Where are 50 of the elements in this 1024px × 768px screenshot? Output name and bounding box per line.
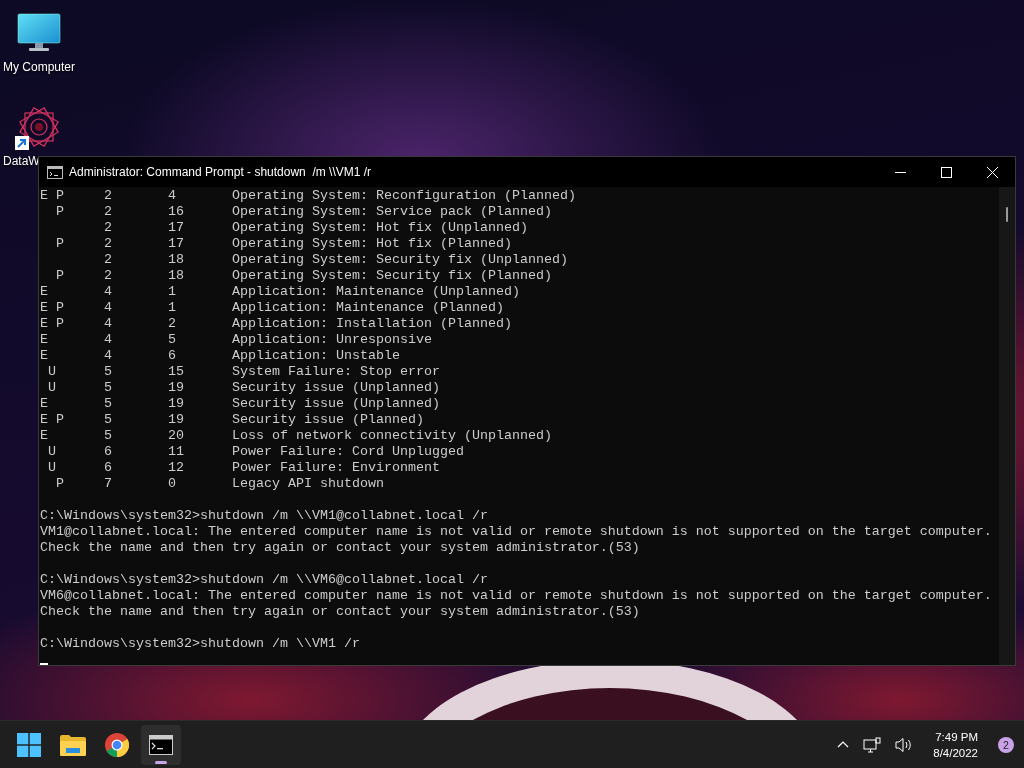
- console-line: C:\Windows\system32>shutdown /m \\VM1@collabnet.local /r: [40, 508, 489, 524]
- terminal-button[interactable]: [141, 724, 181, 765]
- console-line: U 5 19 Security issue (Unplanned): [47, 380, 441, 396]
- active-indicator: [155, 760, 167, 764]
- console-line: P 2 17 Operating System: Hot fix (Planned): [55, 236, 513, 252]
- console-line: E 4 6 Application: Unstable: [40, 348, 401, 364]
- console-line: E 5 20 Loss of network connectivity (Unplanned): [40, 428, 553, 444]
- console-line: P 2 16 Operating System: Service pack (Planned): [55, 204, 553, 220]
- console-line: E 4 5 Application: Unresponsive: [40, 332, 433, 348]
- terminal-icon: [149, 734, 173, 755]
- console-line: Check the name and then try again or contact your system administrator.(53): [40, 540, 641, 556]
- console-line: U 6 12 Power Failure: Environment: [47, 460, 441, 476]
- console-line: P 7 0 Legacy API shutdown: [55, 476, 385, 492]
- terminal-icon: [47, 165, 63, 179]
- windows-logo-icon: [17, 732, 41, 757]
- scrollbar-thumb[interactable]: [1006, 207, 1008, 222]
- console-line: C:\Windows\system32>shutdown /m \\VM1 /r: [40, 636, 361, 652]
- minimize-icon: [894, 171, 906, 173]
- icon-label: DataW: [3, 154, 40, 168]
- console-line: VM6@collabnet.local: The entered computer name is not valid or remote shutdown is not supported on the target computer.: [40, 588, 993, 604]
- text-cursor: [40, 663, 48, 665]
- close-icon: [986, 166, 998, 178]
- console-line: E 4 1 Application: Maintenance (Unplanned): [40, 284, 521, 300]
- console-line: E P 5 19 Security issue (Planned): [40, 412, 425, 428]
- console-line: C:\Windows\system32>shutdown /m \\VM6@collabnet.local /r: [40, 572, 489, 588]
- clock-time: 7:49 PM: [935, 729, 978, 745]
- network-icon: [863, 736, 882, 753]
- console-line: Check the name and then try again or contact your system administrator.(53): [40, 604, 641, 620]
- clock[interactable]: 7:49 PM 8/4/2022: [933, 728, 978, 761]
- console-line: E P 4 1 Application: Maintenance (Planned): [40, 300, 505, 316]
- window-title: Administrator: Command Prompt - shutdown /m \\VM1 /r: [69, 165, 373, 179]
- maximize-icon: [940, 166, 952, 178]
- icon-label: My Computer: [3, 60, 76, 74]
- console-line: E 5 19 Security issue (Unplanned): [40, 396, 441, 412]
- chevron-up-icon: [837, 741, 850, 748]
- clock-date: 8/4/2022: [933, 745, 978, 761]
- notification-badge[interactable]: 2: [998, 736, 1014, 753]
- console-line: U 5 15 System Failure: Stop error: [47, 364, 441, 380]
- console-line: P 2 18 Operating System: Security fix (Planned): [55, 268, 553, 284]
- network-button[interactable]: [861, 734, 884, 755]
- console-line: VM1@collabnet.local: The entered computer name is not valid or remote shutdown is not supported on the target computer.: [40, 524, 993, 540]
- console-line: E P 4 2 Application: Installation (Planned): [40, 316, 513, 332]
- browser-icon: [105, 732, 129, 757]
- folder-icon: [60, 733, 86, 756]
- speaker-icon: [895, 736, 914, 753]
- console-line: 2 17 Operating System: Hot fix (Unplanned): [103, 220, 529, 236]
- scrollbar[interactable]: [999, 187, 1015, 665]
- console-line: U 6 11 Power Failure: Cord Unplugged: [47, 444, 465, 460]
- console-line: E P 2 4 Operating System: Reconfiguration (Planned): [40, 188, 577, 204]
- console-line: 2 18 Operating System: Security fix (Unplanned): [103, 252, 569, 268]
